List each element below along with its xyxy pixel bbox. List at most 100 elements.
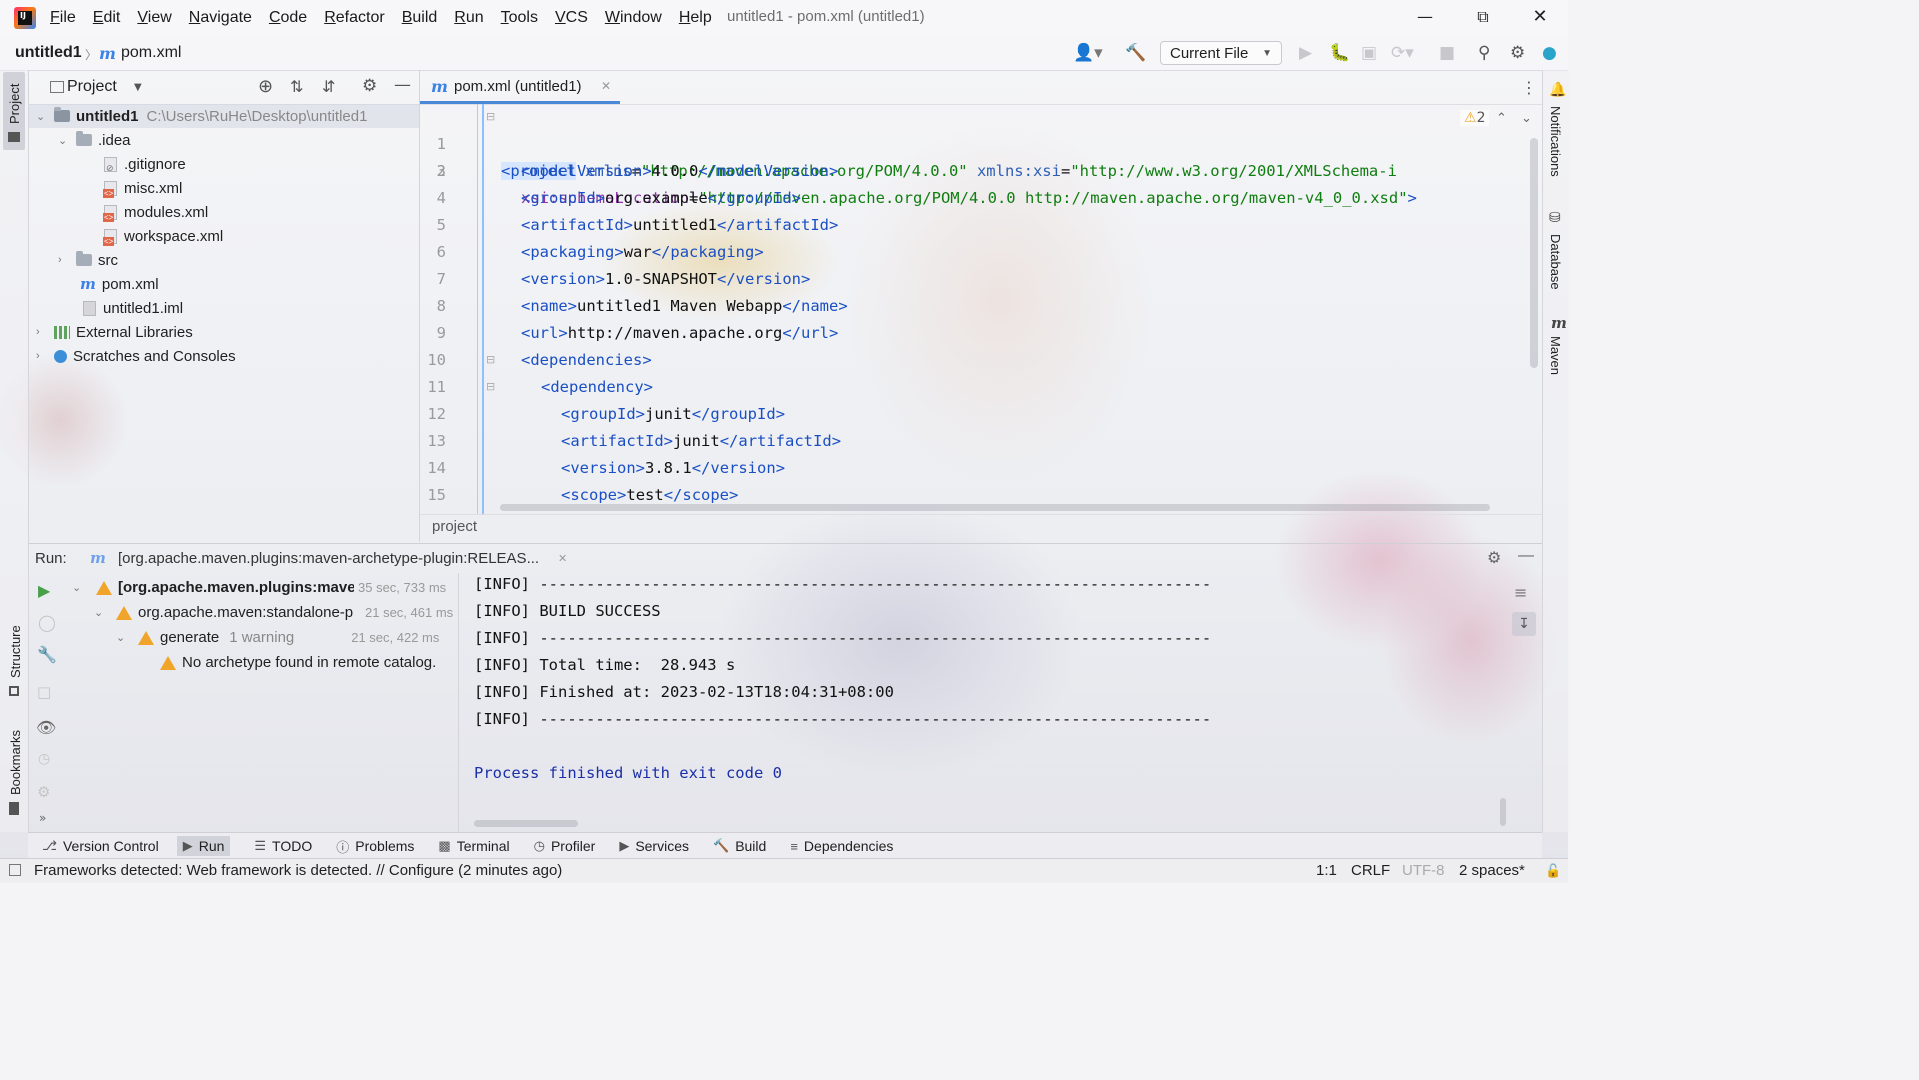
tool-window-version-control[interactable]: ⎇ Version Control [42,838,159,854]
run-panel-divider[interactable] [458,573,459,832]
menu-item[interactable]: Run [454,9,483,27]
tree-item-workspace[interactable]: workspace.xml [28,224,419,248]
indent-setting[interactable]: 2 spaces* [1459,862,1525,879]
maven-tool-label[interactable]: Maven [1548,336,1563,375]
close-icon[interactable]: ✕ [1517,4,1563,30]
debug-icon[interactable]: 🐛 [1329,43,1350,63]
menu-item[interactable]: Tools [501,9,538,27]
settings-gear-icon[interactable]: ⚙ [1487,548,1501,568]
settings-gear-icon[interactable]: ⚙ [362,76,377,96]
tool-window-dependencies[interactable]: ≡ Dependencies [790,838,893,854]
user-account-icon[interactable]: 👤▾ [1073,43,1103,63]
project-panel-title[interactable]: Project [67,78,117,96]
profile-icon[interactable]: ⟳▾ [1391,43,1414,63]
tool-window-build[interactable]: 🔨 Build [713,838,766,854]
coverage-icon[interactable]: ▣ [1361,43,1377,63]
menu-item[interactable]: Help [679,9,712,27]
database-tool-label[interactable]: Database [1548,234,1563,290]
tree-item-gitignore[interactable]: .gitignore [28,152,419,176]
collapse-all-icon[interactable]: ⇵ [322,77,335,96]
tool-window-services[interactable]: ▶ Services [619,838,689,854]
minimize-icon[interactable]: — [1402,4,1448,30]
tree-item-iml[interactable]: untitled1.iml [28,296,419,320]
tool-window-run[interactable]: ▶ Run [176,836,231,856]
hide-panel-icon[interactable]: — [1518,547,1534,565]
run-tree: ⌄ [org.apache.maven.plugins:mave 35 sec,… [62,575,458,820]
menu-item[interactable]: Refactor [324,9,384,27]
more-options-icon[interactable]: ⋮ [1521,78,1537,97]
pin-icon[interactable]: □ [37,683,51,701]
more-icon[interactable]: » [39,811,46,825]
stop-icon[interactable]: ■ [1439,43,1455,63]
editor-breadcrumb[interactable]: project [432,518,477,535]
stop-icon[interactable]: ◯ [38,613,56,632]
maven-icon[interactable]: m [1551,314,1567,332]
console-horizontal-scrollbar[interactable] [474,820,578,827]
tree-item-scratches[interactable]: › Scratches and Consoles [28,344,419,368]
jetbrains-ai-icon[interactable]: ● [1542,43,1557,63]
run-tree-item[interactable]: ⌄ org.apache.maven:standalone-p 21 sec, … [62,600,458,625]
status-message[interactable]: Frameworks detected: Web framework is de… [34,862,562,879]
code-editor[interactable]: ⊟ ⊟ ⊟ ⚠2 ⌃ ⌄ 1 <project xmlns="http://ma… [420,104,1542,514]
menu-item[interactable]: View [137,9,171,27]
build-hammer-icon[interactable]: 🔨 [1125,43,1146,63]
database-icon[interactable]: ⛁ [1549,210,1561,226]
soft-wrap-icon[interactable]: ≡ [1514,583,1527,602]
hide-panel-icon[interactable]: — [394,75,411,95]
tree-item-modules[interactable]: modules.xml [28,200,419,224]
caret-position[interactable]: 1:1 [1316,862,1337,879]
project-tool-label[interactable]: Project [7,84,22,124]
vertical-scrollbar[interactable] [1530,138,1538,368]
menu-item[interactable]: Build [402,9,438,27]
tree-item-pom[interactable]: m pom.xml [28,272,419,296]
menu-item[interactable]: VCS [555,9,588,27]
line-separator[interactable]: CRLF [1351,862,1390,879]
menu-item[interactable]: Navigate [189,9,252,27]
file-encoding[interactable]: UTF-8 [1402,862,1445,879]
tree-item-src[interactable]: › src [28,248,419,272]
tab-pom-xml[interactable]: m pom.xml (untitled1) ✕ [420,70,620,104]
menu-item[interactable]: Edit [93,9,121,27]
tree-item-idea[interactable]: ⌄ .idea [28,128,419,152]
tree-item-root[interactable]: ⌄ untitled1 C:\Users\RuHe\Desktop\untitl… [28,104,419,128]
clock-icon[interactable]: ◷ [38,751,50,767]
restore-icon[interactable]: ⧉ [1460,4,1506,30]
wrench-icon[interactable]: 🔧 [37,645,57,664]
close-tab-icon[interactable]: ✕ [601,79,611,93]
run-tab[interactable]: [org.apache.maven.plugins:maven-archetyp… [118,550,539,567]
menu-item[interactable]: Window [605,9,662,27]
run-tree-item[interactable]: ⌄ [org.apache.maven.plugins:mave 35 sec,… [62,575,458,600]
eye-icon[interactable]: 👁 [36,718,56,737]
locate-file-icon[interactable]: ⊕ [258,76,273,97]
tool-window-profiler[interactable]: ◷ Profiler [534,838,596,854]
notifications-bell-icon[interactable]: 🔔 [1549,82,1566,98]
scroll-to-end-icon[interactable]: ↧ [1512,612,1536,636]
expand-all-icon[interactable]: ⇅ [290,77,303,96]
tool-window-todo[interactable]: ☰ TODO [254,838,312,854]
status-toggle-icon[interactable] [9,864,21,876]
settings-gear-icon[interactable]: ⚙ [37,783,50,801]
editor-tab-bar: m pom.xml (untitled1) ✕ ⋮ [420,70,1542,105]
tree-item-misc[interactable]: misc.xml [28,176,419,200]
run-tree-item[interactable]: No archetype found in remote catalog. [62,650,458,675]
lock-icon[interactable]: 🔓 [1545,863,1561,879]
chevron-down-icon[interactable]: ▼ [134,82,142,93]
tool-window-problems[interactable]: ⓘ Problems [336,837,414,856]
rerun-icon[interactable]: ▶ [38,581,50,600]
tree-item-external-libraries[interactable]: › External Libraries [28,320,419,344]
console-vertical-scrollbar[interactable] [1500,798,1506,826]
menu-item[interactable]: Code [269,9,307,27]
settings-gear-icon[interactable]: ⚙ [1510,43,1525,63]
tool-window-terminal[interactable]: ▩ Terminal [438,838,509,854]
breadcrumb-project[interactable]: untitled1 [15,44,82,62]
breadcrumb-file[interactable]: pom.xml [121,44,181,62]
search-icon[interactable]: ⚲ [1478,43,1490,63]
bookmarks-tool-label[interactable]: Bookmarks [8,730,23,795]
run-configuration-select[interactable]: Current File ▼ [1160,41,1282,65]
structure-tool-label[interactable]: Structure [8,625,23,678]
notifications-tool-label[interactable]: Notifications [1548,106,1563,177]
menu-item[interactable]: File [50,9,76,27]
run-icon[interactable]: ▶ [1299,43,1312,63]
close-tab-icon[interactable]: ✕ [558,552,567,565]
run-tree-item[interactable]: ⌄ generate 1 warning 21 sec, 422 ms [62,625,458,650]
